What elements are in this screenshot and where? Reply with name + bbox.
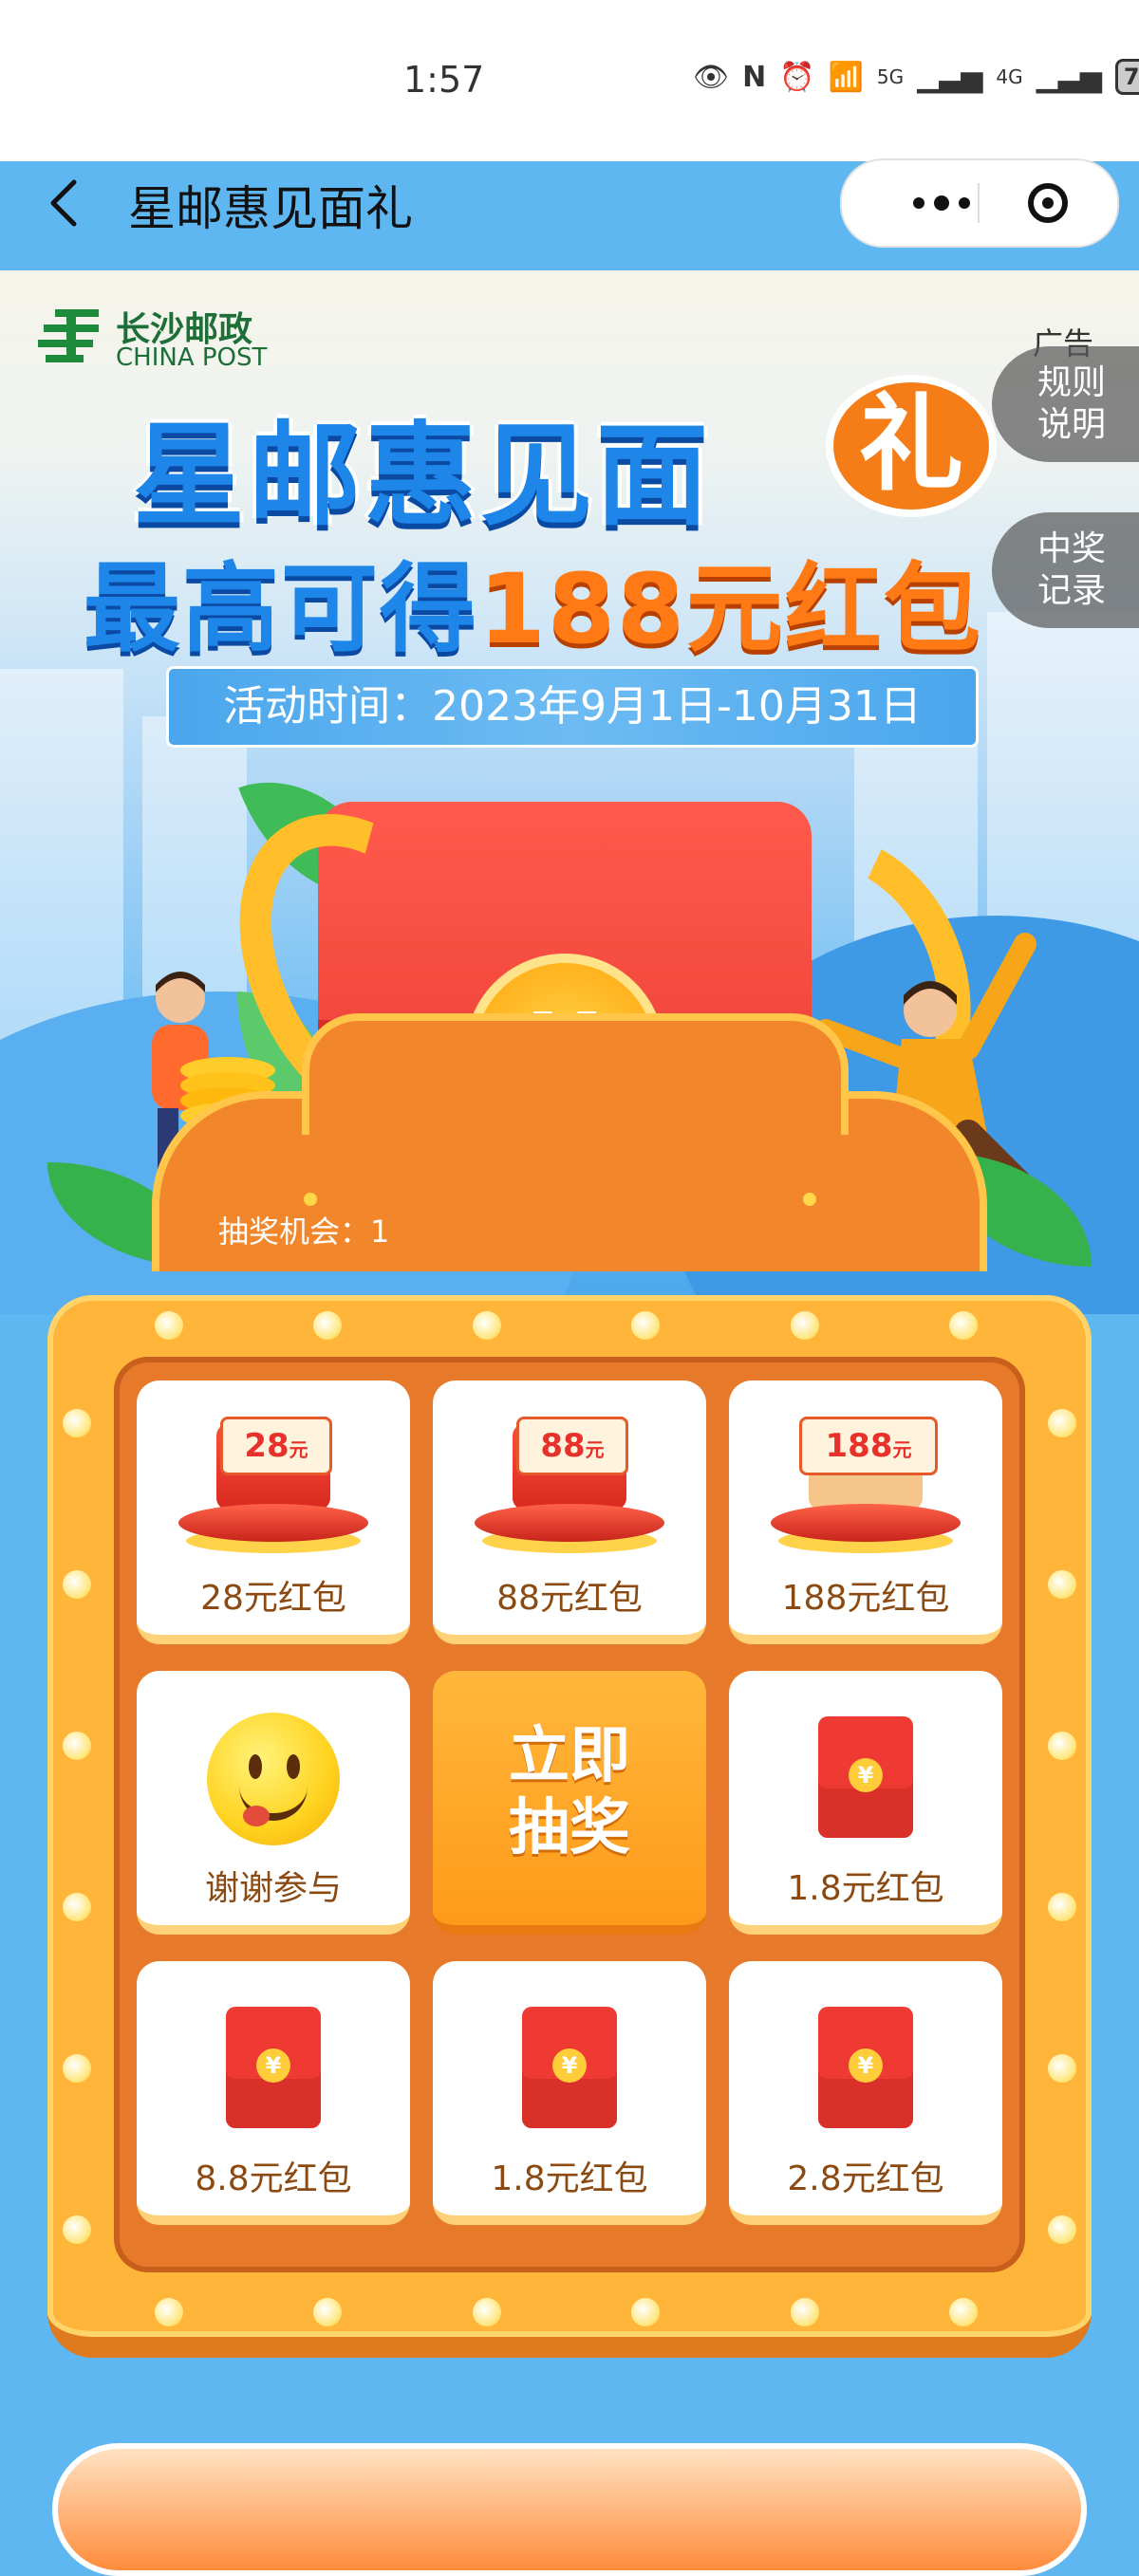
nfc-icon: N	[742, 60, 767, 94]
draw-now-button[interactable]: 立即 抽奖	[433, 1671, 706, 1935]
prize-label: 谢谢参与	[204, 1869, 342, 1908]
smiley-face-icon	[207, 1713, 340, 1845]
prize-amount-tag: 188元	[799, 1417, 938, 1475]
red-envelope-icon	[818, 1716, 913, 1838]
campaign-title: 星邮惠见面	[133, 410, 713, 541]
wifi-icon: 📶	[828, 60, 864, 94]
red-envelope-icon	[522, 2007, 617, 2128]
bulb-light	[63, 2054, 91, 2083]
rules-button[interactable]: 规则 说明	[992, 346, 1139, 462]
mini-program-capsule	[840, 158, 1119, 248]
red-envelope-icon	[818, 2007, 913, 2128]
building-decoration	[0, 669, 123, 1048]
bulb-light	[1048, 2054, 1076, 2083]
smiley-eye	[249, 1754, 262, 1779]
status-icons: 👁 N ⏰ 📶 5G ▁▃▅ 4G ▁▃▅ 78	[693, 59, 1139, 95]
signal-5g-icon: 5G	[876, 65, 905, 88]
bulb-light	[155, 1311, 183, 1340]
bulb-light	[1048, 1732, 1076, 1760]
bulb-light	[473, 1311, 501, 1340]
prize-base	[178, 1504, 368, 1542]
china-post-logo-mark	[38, 309, 99, 362]
bulb-light	[63, 1893, 91, 1921]
light-dot	[304, 1193, 317, 1206]
bulb-light	[155, 2298, 183, 2326]
bulb-light	[313, 2298, 342, 2326]
prize-amount-tag: 28元	[220, 1417, 332, 1475]
bulb-light	[1048, 2215, 1076, 2244]
campaign-subtitle: 最高可得188元红包	[84, 531, 982, 671]
close-mini-program-icon[interactable]	[1028, 183, 1068, 223]
prize-label: 28元红包	[200, 1579, 346, 1618]
bulb-light	[63, 2215, 91, 2244]
prize-cell-188[interactable]: 188元 188元红包	[729, 1381, 1002, 1644]
bulb-light	[1048, 1570, 1076, 1599]
smiley-tongue	[243, 1806, 270, 1826]
light-dot	[803, 1193, 816, 1206]
bulb-light	[473, 2298, 501, 2326]
prize-cell-1-8[interactable]: 1.8元红包	[729, 1671, 1002, 1935]
bulb-light	[949, 1311, 978, 1340]
bulb-light	[1048, 1893, 1076, 1921]
more-menu-icon[interactable]	[880, 160, 1003, 246]
red-envelope-28-icon: 28元	[178, 1417, 368, 1559]
gift-badge: 礼	[826, 375, 997, 517]
red-envelope-icon	[226, 2007, 321, 2128]
prize-cell-28[interactable]: 28元 28元红包	[137, 1381, 410, 1644]
bulb-light	[63, 1570, 91, 1599]
bulb-light	[63, 1732, 91, 1760]
bulb-light	[1048, 1409, 1076, 1437]
subtitle-part-3: 红包	[784, 553, 982, 666]
status-bar: 1:57 👁 N ⏰ 📶 5G ▁▃▅ 4G ▁▃▅ 78 星邮惠见面礼	[0, 0, 1139, 248]
capsule-divider	[978, 183, 980, 223]
alarm-icon: ⏰	[779, 60, 815, 94]
subtitle-amount: 188元	[478, 553, 785, 666]
prize-cell-thanks[interactable]: 谢谢参与	[137, 1671, 410, 1935]
prize-cell-88[interactable]: 88元 88元红包	[433, 1381, 706, 1644]
bulb-light	[631, 1311, 660, 1340]
red-envelope-188-icon: 188元	[771, 1417, 961, 1559]
prize-grid: 28元 28元红包 88元 88元红包 188元 188元红包 谢谢参与 立即 …	[114, 1357, 1025, 2272]
prize-records-button[interactable]: 中奖 记录	[992, 512, 1139, 628]
status-time: 1:57	[403, 59, 485, 101]
smiley-eye	[287, 1754, 300, 1779]
prize-cell-2-8[interactable]: 2.8元红包	[729, 1961, 1002, 2225]
signal-bars-icon: ▁▃▅	[917, 60, 983, 94]
bottom-action-button[interactable]	[52, 2443, 1087, 2576]
signal-4g-icon: 4G	[996, 65, 1023, 88]
lottery-board: 28元 28元红包 88元 88元红包 188元 188元红包 谢谢参与 立即 …	[47, 1295, 1092, 2358]
bulb-light	[631, 2298, 660, 2326]
logo-english-text: CHINA POST	[116, 343, 268, 372]
draw-button-label: 立即 抽奖	[509, 1721, 630, 1863]
prize-label: 1.8元红包	[787, 1869, 944, 1908]
activity-date-banner: 活动时间：2023年9月1日-10月31日	[166, 666, 979, 748]
eye-icon: 👁	[693, 60, 730, 94]
prize-base	[475, 1504, 664, 1542]
prize-base	[771, 1504, 961, 1542]
bulb-light	[791, 1311, 819, 1340]
prize-cell-8-8[interactable]: 8.8元红包	[137, 1961, 410, 2225]
prize-label: 88元红包	[496, 1579, 643, 1618]
battery-icon: 78	[1114, 59, 1139, 95]
prize-label: 2.8元红包	[787, 2159, 944, 2198]
prize-label: 8.8元红包	[195, 2159, 352, 2198]
red-envelope-88-icon: 88元	[475, 1417, 664, 1559]
prize-label: 188元红包	[781, 1579, 950, 1618]
bulb-light	[63, 1409, 91, 1437]
prize-cell-1-8-b[interactable]: 1.8元红包	[433, 1961, 706, 2225]
page-title: 星邮惠见面礼	[128, 181, 413, 236]
prize-amount-tag: 88元	[516, 1417, 628, 1475]
draw-chances-text: 抽奖机会：1	[218, 1214, 390, 1250]
back-arrow-icon[interactable]	[38, 169, 95, 235]
bulb-light	[949, 2298, 978, 2326]
subtitle-part-1: 最高可得	[84, 553, 478, 666]
signal-bars-icon-2: ▁▃▅	[1036, 60, 1102, 94]
bulb-light	[791, 2298, 819, 2326]
prize-label: 1.8元红包	[491, 2159, 648, 2198]
bulb-light	[313, 1311, 342, 1340]
